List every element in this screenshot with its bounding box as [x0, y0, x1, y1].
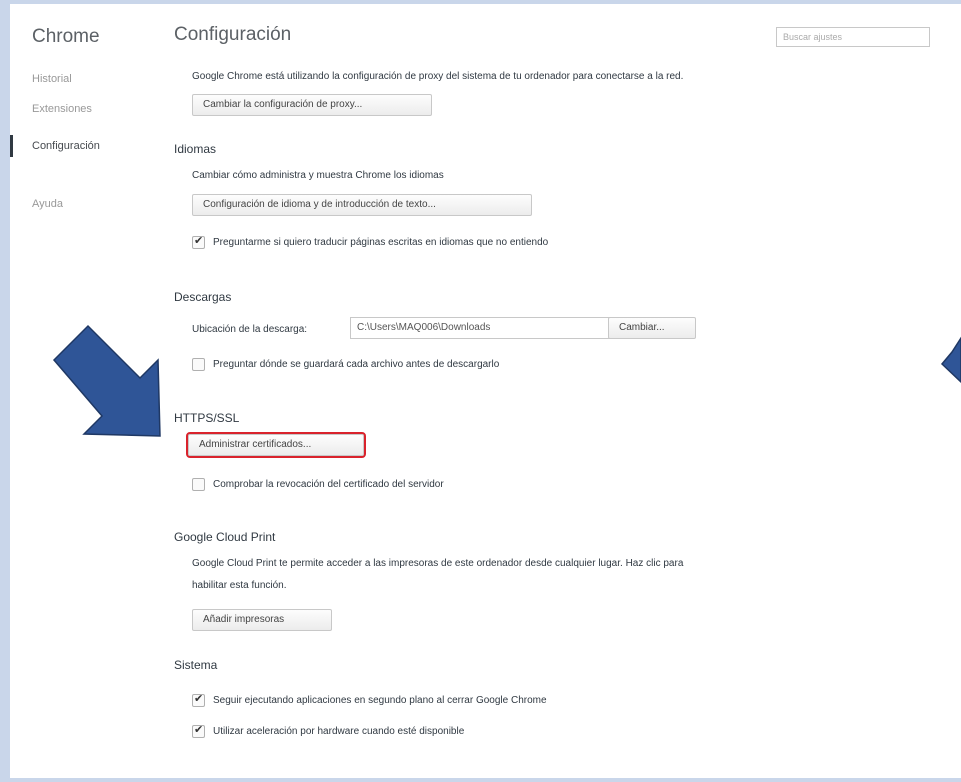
- arrow-right-edge-icon: [940, 336, 961, 384]
- annotation-arrows: [52, 324, 961, 437]
- arrow-left-icon: [52, 324, 161, 437]
